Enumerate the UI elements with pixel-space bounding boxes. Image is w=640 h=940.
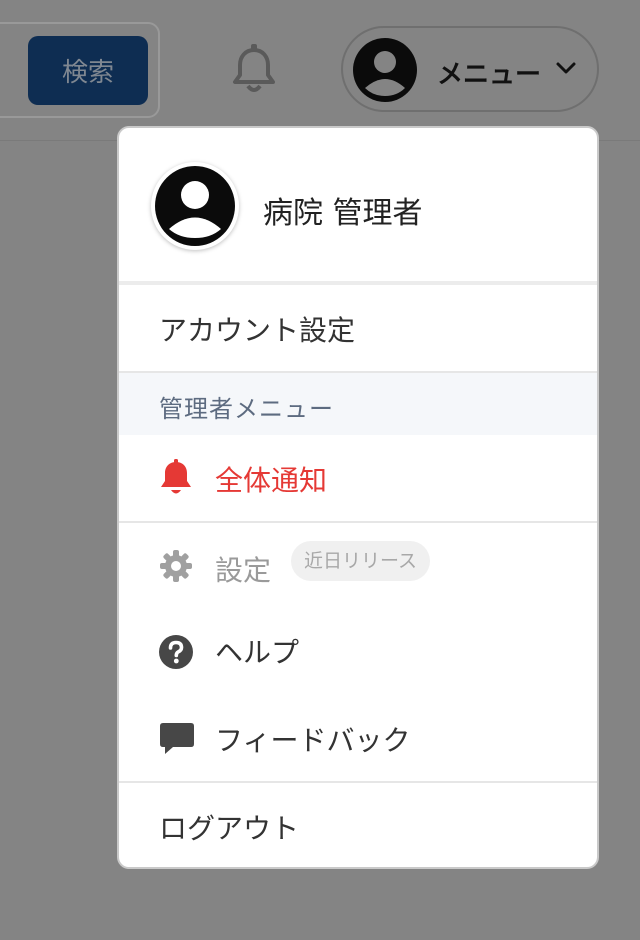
chevron-down-icon [555,60,577,76]
notify-all-item[interactable]: 全体通知 [119,435,597,521]
help-label: ヘルプ [215,636,300,669]
logout-item[interactable]: ログアウト [119,783,597,867]
profile-section: 病院 管理者 [119,128,597,282]
gear-icon [159,549,193,587]
menu-label: メニュー [437,60,542,90]
coming-soon-badge: 近日リリース [291,541,431,581]
profile-name: 病院 管理者 [263,196,423,231]
user-avatar-icon [151,162,239,250]
comment-icon [159,721,195,759]
user-avatar-icon [353,38,417,102]
user-dropdown-menu: 病院 管理者 アカウント設定 管理者メニュー 全体通知 設定 近日リリース ヘル… [117,126,599,869]
account-settings-item[interactable]: アカウント設定 [119,285,597,371]
help-circle-icon [159,635,193,673]
settings-label: 設定 [215,554,272,587]
logout-label: ログアウト [159,812,300,845]
admin-section-header: 管理者メニュー [119,373,597,435]
notify-all-label: 全体通知 [215,464,328,497]
feedback-item[interactable]: フィードバック [119,695,597,781]
feedback-label: フィードバック [215,724,411,757]
settings-item: 設定 近日リリース [119,523,597,609]
help-item[interactable]: ヘルプ [119,609,597,695]
user-menu-button[interactable]: メニュー [341,26,599,112]
account-settings-label: アカウント設定 [159,314,356,347]
bell-icon [159,459,193,501]
search-button[interactable]: 検索 [28,36,148,105]
admin-section-title: 管理者メニュー [159,395,334,423]
top-header: 検索 メニュー [0,0,640,140]
bell-icon[interactable] [230,44,278,96]
